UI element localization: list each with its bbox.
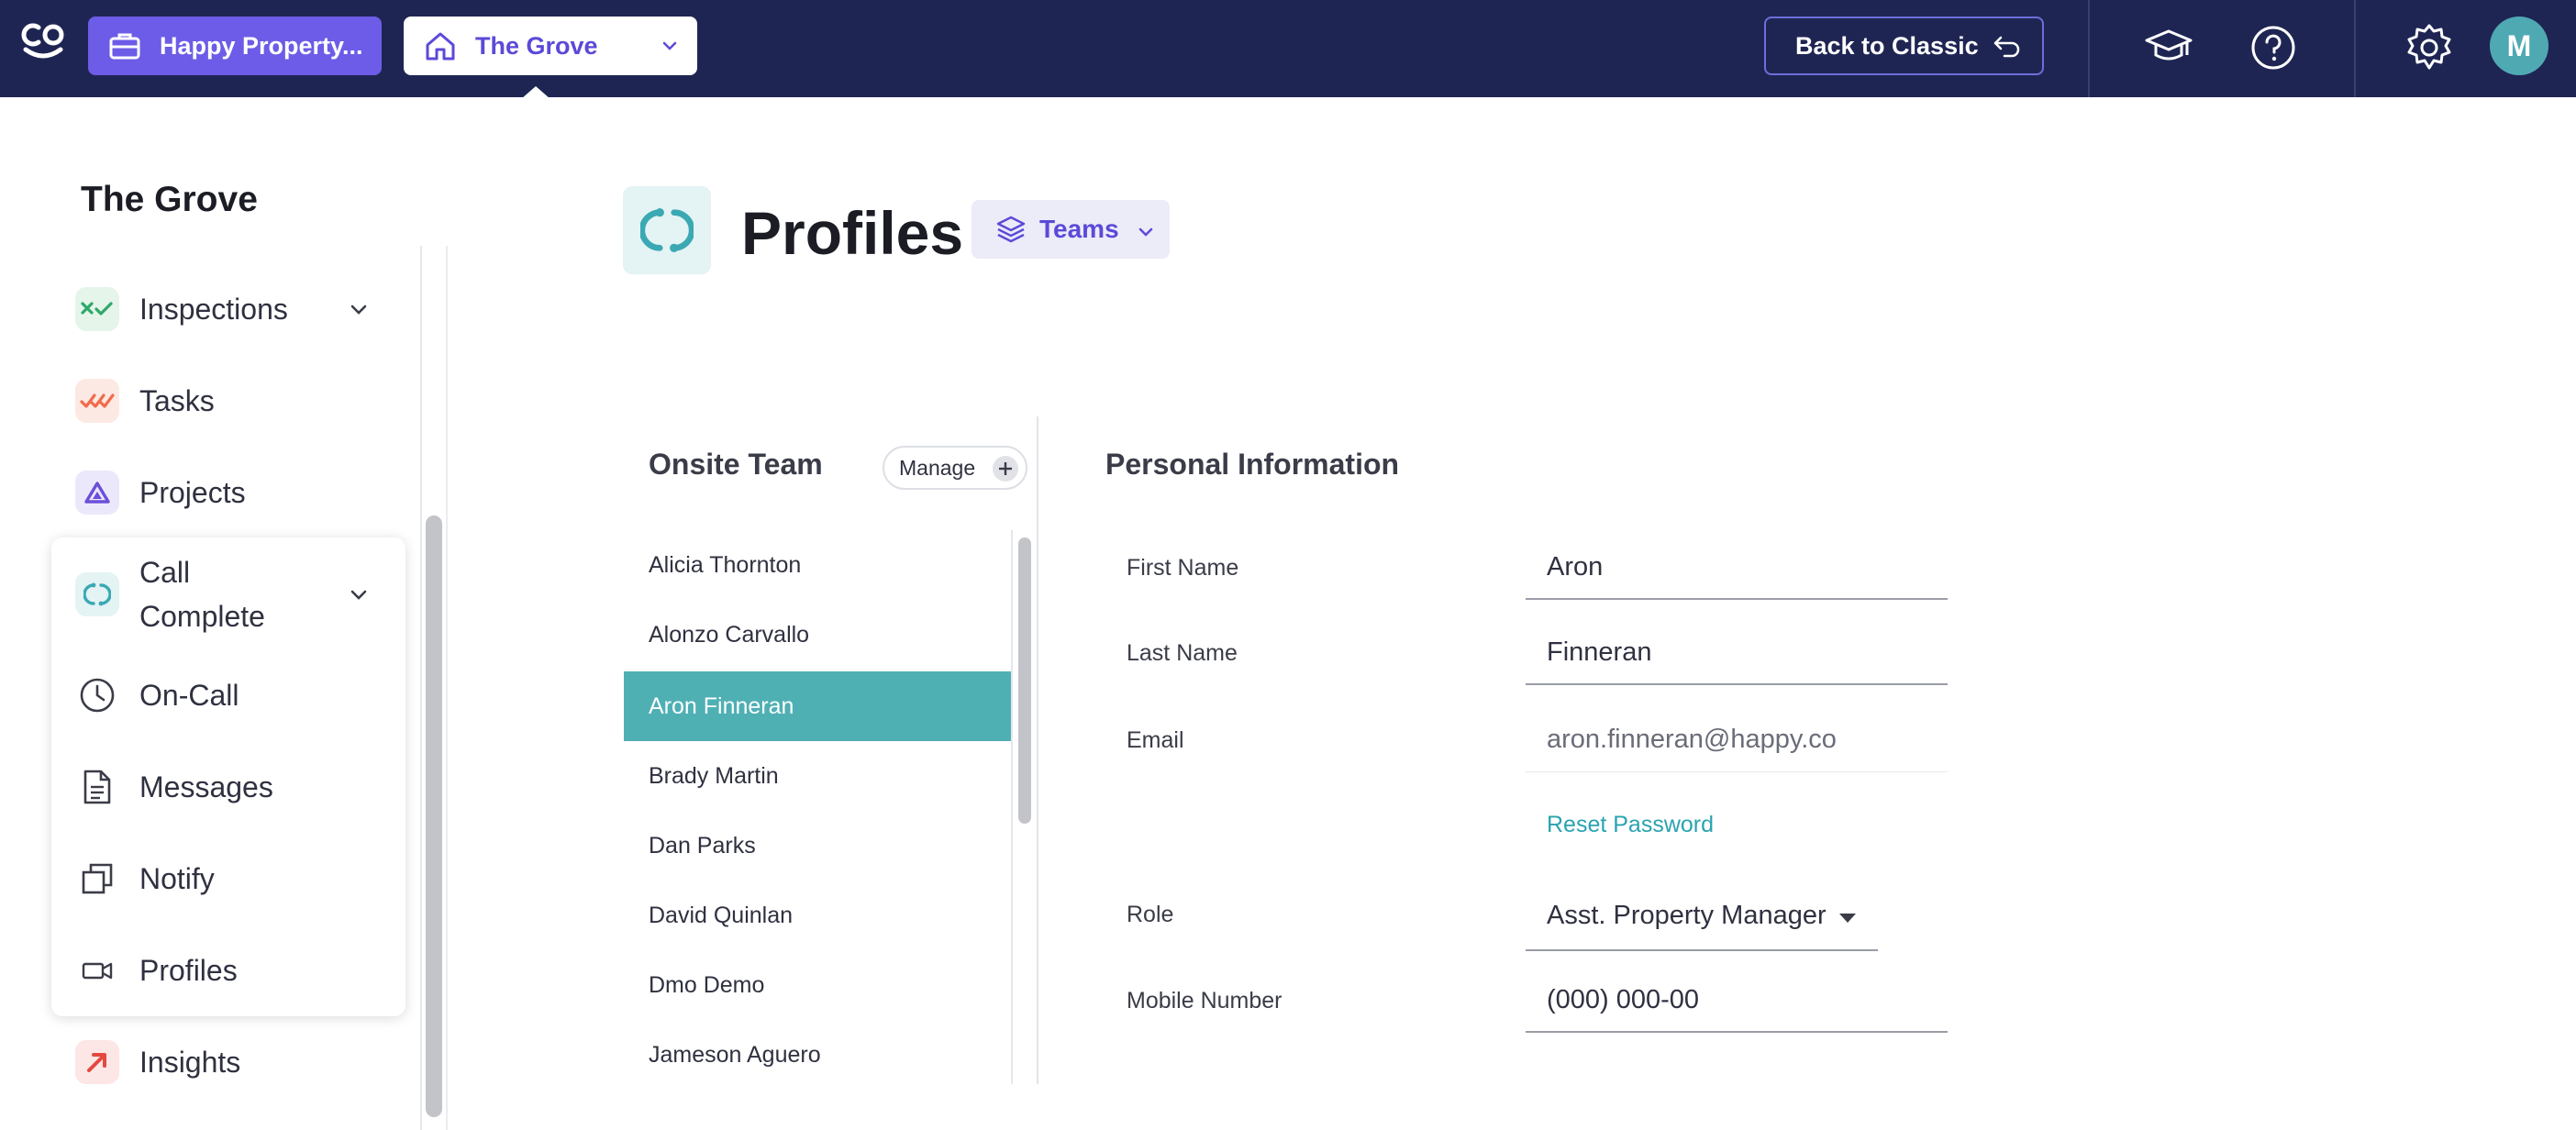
insights-icon	[75, 1040, 119, 1084]
copy-icon	[75, 857, 119, 901]
sidebar-item-projects[interactable]: Projects	[51, 453, 400, 532]
email-field: aron.finneran@happy.co	[1526, 708, 1948, 772]
manage-team-button[interactable]: Manage	[883, 446, 1027, 490]
team-member-item[interactable]: Dmo Demo	[624, 950, 1011, 1020]
call-complete-icon	[623, 186, 711, 274]
back-to-classic-label: Back to Classic	[1795, 31, 1979, 60]
team-list-scroll-track	[1011, 530, 1013, 1084]
chevron-down-icon	[659, 35, 681, 57]
sidebar-item-inspections[interactable]: Inspections	[51, 270, 400, 349]
team-member-item[interactable]: David Quinlan	[624, 881, 1011, 950]
sidebar-item-messages[interactable]: Messages	[51, 748, 400, 826]
sidebar-item-tasks[interactable]: Tasks	[51, 361, 400, 440]
panel-divider	[1037, 416, 1038, 1084]
sidebar-item-label: On-Call	[139, 678, 239, 712]
sidebar-item-notify[interactable]: Notify	[51, 839, 400, 918]
caret-down-icon	[1839, 914, 1856, 923]
video-icon	[75, 948, 119, 992]
help-circle-icon[interactable]	[2246, 20, 2301, 75]
sidebar-item-label: Projects	[139, 475, 246, 509]
inspections-icon	[75, 287, 119, 331]
undo-arrow-icon	[1992, 32, 2023, 60]
sidebar-scrollbar[interactable]	[426, 515, 442, 1117]
role-select[interactable]: Asst. Property Manager	[1526, 882, 1878, 951]
team-heading: Onsite Team	[649, 448, 823, 481]
sidebar-item-label: Tasks	[139, 383, 215, 417]
mobile-number-field[interactable]: (000) 000-00	[1526, 969, 1948, 1033]
chevron-down-icon[interactable]	[347, 583, 371, 605]
role-value: Asst. Property Manager	[1547, 901, 1827, 930]
first-name-field[interactable]: Aron	[1526, 536, 1948, 600]
briefcase-icon	[108, 28, 145, 64]
sidebar-item-label: Insights	[139, 1045, 241, 1079]
page-title: Profiles	[741, 199, 964, 267]
property-dropdown-pointer	[521, 86, 550, 99]
property-title: The Grove	[81, 180, 258, 219]
sidebar-item-label: Notify	[139, 861, 215, 895]
sidebar-item-label: Messages	[139, 770, 273, 803]
last-name-field[interactable]: Finneran	[1526, 621, 1948, 685]
projects-icon	[75, 471, 119, 515]
sidebar-item-call-complete[interactable]: Call Complete	[51, 550, 400, 638]
sidebar-item-label: Call Complete	[139, 556, 265, 633]
home-icon	[424, 28, 461, 64]
chevron-down-icon	[1136, 219, 1156, 239]
sidebar-scroll-track	[420, 246, 422, 1130]
reset-password-link[interactable]: Reset Password	[1547, 812, 1714, 838]
first-name-label: First Name	[1127, 555, 1239, 581]
graduation-cap-icon[interactable]	[2141, 20, 2196, 75]
mobile-number-label: Mobile Number	[1127, 988, 1282, 1014]
manage-label: Manage	[899, 455, 976, 480]
property-switcher-button[interactable]: The Grove	[404, 17, 697, 75]
team-list-scrollbar[interactable]	[1018, 537, 1031, 824]
gear-icon[interactable]	[2402, 20, 2457, 75]
sidebar-item-insights[interactable]: Insights	[51, 1023, 400, 1102]
role-label: Role	[1127, 902, 1174, 927]
teams-label: Teams	[1039, 215, 1119, 243]
organization-name: Happy Property...	[160, 31, 363, 60]
top-navigation-bar: Happy Property... The Grove Back to Clas…	[0, 0, 2576, 99]
layers-icon	[995, 214, 1027, 245]
team-member-item[interactable]: Dan Parks	[624, 811, 1011, 881]
team-member-item[interactable]: Brady Martin	[624, 741, 1011, 811]
email-label: Email	[1127, 727, 1184, 753]
topbar-divider	[2354, 0, 2356, 97]
team-member-item[interactable]: Alonzo Carvallo	[624, 600, 1011, 670]
team-member-item[interactable]: Alicia Thornton	[624, 530, 1011, 600]
sidebar-item-label: Profiles	[139, 953, 238, 987]
sidebar-item-label: Inspections	[139, 292, 288, 326]
personal-information-heading: Personal Information	[1105, 448, 1400, 481]
document-icon	[75, 765, 119, 809]
clock-icon	[75, 673, 119, 717]
team-member-item[interactable]: Jameson Aguero	[624, 1020, 1011, 1090]
chevron-down-icon[interactable]	[347, 298, 371, 320]
sidebar-item-on-call[interactable]: On-Call	[51, 656, 400, 735]
team-member-item-selected[interactable]: Aron Finneran	[624, 671, 1011, 741]
topbar-divider	[2088, 0, 2090, 97]
teams-dropdown-button[interactable]: Teams	[972, 200, 1170, 259]
back-to-classic-button[interactable]: Back to Classic	[1764, 17, 2044, 75]
organization-switcher-button[interactable]: Happy Property...	[88, 17, 382, 75]
plus-icon	[993, 456, 1018, 482]
call-complete-icon	[75, 572, 119, 616]
last-name-label: Last Name	[1127, 640, 1238, 666]
tasks-icon	[75, 379, 119, 423]
sidebar-item-profiles[interactable]: Profiles	[51, 931, 400, 1010]
sidebar-divider	[446, 246, 448, 1130]
happyco-logo-icon[interactable]	[20, 20, 66, 61]
property-name: The Grove	[475, 31, 598, 60]
user-avatar[interactable]: M	[2490, 17, 2548, 75]
